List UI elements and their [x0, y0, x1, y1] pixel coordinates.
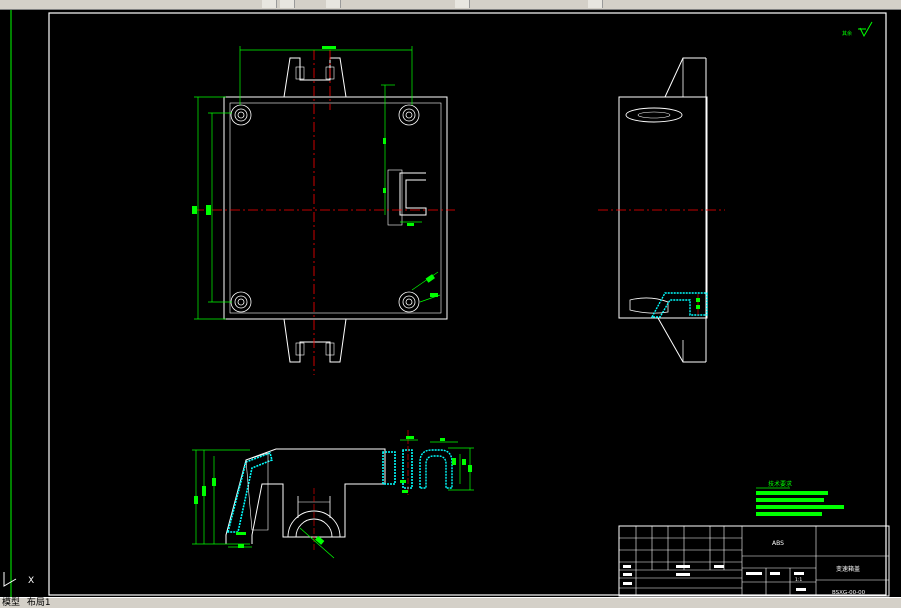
toolbar-strip	[0, 0, 901, 10]
surface-roughness-symbol: 其余	[842, 21, 873, 38]
svg-text:X: X	[28, 576, 34, 586]
svg-text:其余: 其余	[842, 30, 852, 37]
section-view	[192, 430, 474, 559]
svg-text:ABS: ABS	[772, 540, 784, 547]
svg-text:变速箱盖: 变速箱盖	[836, 565, 860, 573]
svg-text:BSXG-00-00: BSXG-00-00	[832, 590, 866, 596]
front-view	[192, 46, 455, 375]
toolbar-button-5[interactable]	[588, 0, 603, 8]
drawing-frame	[10, 10, 887, 597]
ucs-icon: X	[3, 572, 34, 587]
drawing-canvas[interactable]: 其余 技术要求 ABS 变速箱盖 BSXG-00-00 1:1 X	[0, 10, 901, 597]
toolbar-button-1[interactable]	[262, 0, 277, 8]
layout-tabs: 模型 布局1	[0, 597, 901, 608]
svg-text:技术要求: 技术要求	[768, 480, 792, 488]
toolbar-button-2[interactable]	[280, 0, 295, 8]
side-view	[598, 57, 725, 363]
title-block: ABS 变速箱盖 BSXG-00-00 1:1	[618, 525, 890, 597]
svg-text:1:1: 1:1	[795, 577, 802, 583]
cad-drawing: 其余 技术要求 ABS 变速箱盖 BSXG-00-00 1:1 X	[3, 10, 890, 597]
toolbar-button-4[interactable]	[455, 0, 470, 8]
toolbar-button-3[interactable]	[326, 0, 341, 8]
technical-requirements: 技术要求	[756, 480, 844, 516]
